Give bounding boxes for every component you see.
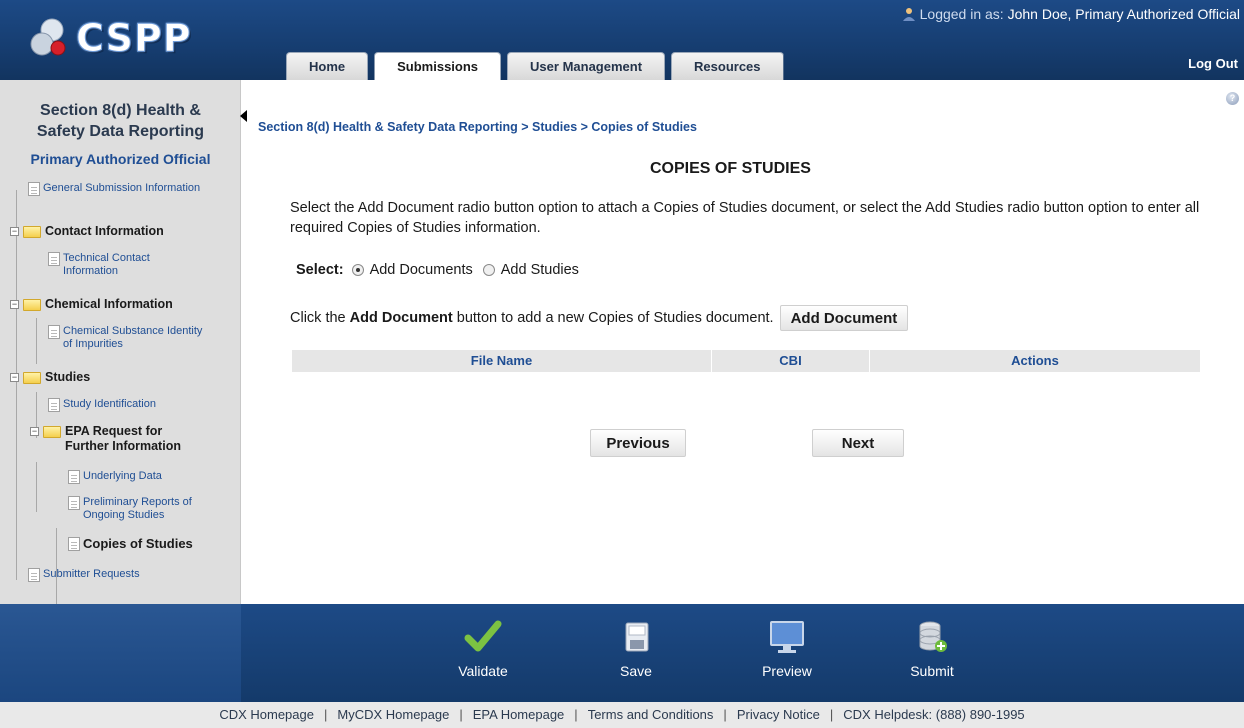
document-icon: [28, 182, 40, 196]
tree-guide-line: [36, 462, 37, 512]
logout-link[interactable]: Log Out: [1188, 56, 1238, 71]
sidebar-role: Primary Authorized Official: [30, 151, 211, 167]
sidebar-item-technical-contact[interactable]: Technical Contact Information: [48, 252, 228, 278]
add-document-instruction: Click the Add Document button to add a n…: [290, 310, 774, 326]
collapse-toggle-icon[interactable]: −: [10, 227, 19, 236]
folder-icon: [23, 299, 41, 311]
sidebar-navigation: Section 8(d) Health & Safety Data Report…: [0, 80, 241, 618]
radio-add-studies[interactable]: [482, 264, 495, 276]
folder-icon: [43, 426, 61, 438]
user-icon: [902, 8, 915, 21]
database-add-icon: [919, 621, 947, 652]
add-document-row: Click the Add Document button to add a n…: [290, 305, 909, 331]
tree-guide-line: [16, 190, 17, 580]
breadcrumb[interactable]: Section 8(d) Health & Safety Data Report…: [258, 120, 697, 134]
app-header: CSPP Logged in as: John Doe, Primary Aut…: [0, 0, 1244, 80]
radio-add-documents[interactable]: [351, 264, 364, 276]
document-icon: [28, 568, 40, 582]
document-icon: [68, 537, 80, 551]
link-mycdx-homepage[interactable]: MyCDX Homepage: [337, 707, 449, 722]
tab-user-management[interactable]: User Management: [507, 52, 666, 80]
monitor-icon: [770, 621, 804, 653]
action-bar-left-panel: [0, 604, 241, 702]
instructions-text: Select the Add Document radio button opt…: [290, 200, 1200, 236]
action-bar: Validate Save Preview Submit: [0, 604, 1244, 702]
document-icon: [68, 496, 80, 510]
documents-table-header: File Name CBI Actions: [292, 350, 1200, 372]
column-actions: Actions: [1011, 353, 1059, 368]
sidebar-item-submitter-requests[interactable]: Submitter Requests: [28, 568, 140, 582]
sidebar-item-chemical-information[interactable]: − Chemical Information: [10, 297, 173, 312]
sidebar-item-epa-request[interactable]: − EPA Request for Further Information: [30, 424, 230, 454]
folder-icon: [23, 226, 41, 238]
validate-button[interactable]: Validate: [443, 618, 523, 679]
collapse-toggle-icon[interactable]: −: [10, 373, 19, 382]
radio-add-studies-label[interactable]: Add Studies: [501, 262, 579, 278]
sidebar-item-preliminary-reports[interactable]: Preliminary Reports of Ongoing Studies: [68, 496, 233, 522]
sidebar-title: Section 8(d) Health & Safety Data Report…: [36, 102, 205, 140]
main-tabs: Home Submissions User Management Resourc…: [286, 52, 790, 80]
logged-in-info: Logged in as: John Doe, Primary Authoriz…: [902, 6, 1240, 22]
checkmark-icon: [464, 620, 502, 652]
column-cbi[interactable]: CBI: [712, 350, 870, 372]
collapse-toggle-icon[interactable]: −: [30, 427, 39, 436]
document-icon: [68, 470, 80, 484]
link-epa-homepage[interactable]: EPA Homepage: [473, 707, 565, 722]
help-icon[interactable]: ?: [1226, 92, 1239, 105]
add-document-button[interactable]: Add Document: [779, 305, 909, 331]
next-button[interactable]: Next: [812, 429, 904, 457]
user-name: John Doe, Primary Authorized Official: [1007, 6, 1240, 22]
select-option-row: Select: Add Documents Add Studies: [296, 262, 589, 278]
link-privacy[interactable]: Privacy Notice: [737, 707, 820, 722]
folder-icon: [23, 372, 41, 384]
sidebar-item-contact-information[interactable]: − Contact Information: [10, 224, 164, 239]
collapse-toggle-icon[interactable]: −: [10, 300, 19, 309]
save-button[interactable]: Save: [596, 618, 676, 679]
link-cdx-homepage[interactable]: CDX Homepage: [219, 707, 314, 722]
previous-button[interactable]: Previous: [590, 429, 686, 457]
link-helpdesk[interactable]: CDX Helpdesk: (888) 890-1995: [843, 707, 1024, 722]
select-label: Select:: [296, 262, 344, 278]
sidebar-item-copies-of-studies[interactable]: Copies of Studies: [68, 537, 193, 551]
document-icon: [48, 325, 60, 339]
save-disk-icon: [625, 622, 649, 652]
sidebar-item-studies[interactable]: − Studies: [10, 370, 90, 385]
logo-text: CSPP: [76, 16, 192, 61]
radio-add-documents-label[interactable]: Add Documents: [370, 262, 473, 278]
submit-button[interactable]: Submit: [892, 618, 972, 679]
sidebar-item-underlying-data[interactable]: Underlying Data: [68, 470, 162, 484]
footer-links: CDX Homepage | MyCDX Homepage | EPA Homepage…: [0, 702, 1244, 728]
logged-in-prefix: Logged in as:: [919, 6, 1004, 22]
sidebar-item-study-identification[interactable]: Study Identification: [48, 398, 156, 412]
sidebar-item-general-submission[interactable]: General Submission Information: [28, 182, 228, 196]
logo-molecule-icon: [30, 18, 66, 56]
cspp-logo[interactable]: CSPP: [26, 12, 206, 64]
page-title: COPIES OF STUDIES: [650, 160, 811, 177]
tab-home[interactable]: Home: [286, 52, 369, 80]
sidebar-collapse-arrow-icon[interactable]: [240, 110, 247, 122]
tree-guide-line: [36, 318, 37, 364]
tab-resources[interactable]: Resources: [671, 52, 784, 80]
link-terms[interactable]: Terms and Conditions: [588, 707, 714, 722]
preview-button[interactable]: Preview: [747, 618, 827, 679]
tab-submissions[interactable]: Submissions: [374, 52, 502, 80]
sidebar-item-chemical-substance[interactable]: Chemical Substance Identity of Impuritie…: [48, 325, 228, 351]
document-icon: [48, 252, 60, 266]
column-file-name[interactable]: File Name: [292, 350, 712, 372]
document-icon: [48, 398, 60, 412]
